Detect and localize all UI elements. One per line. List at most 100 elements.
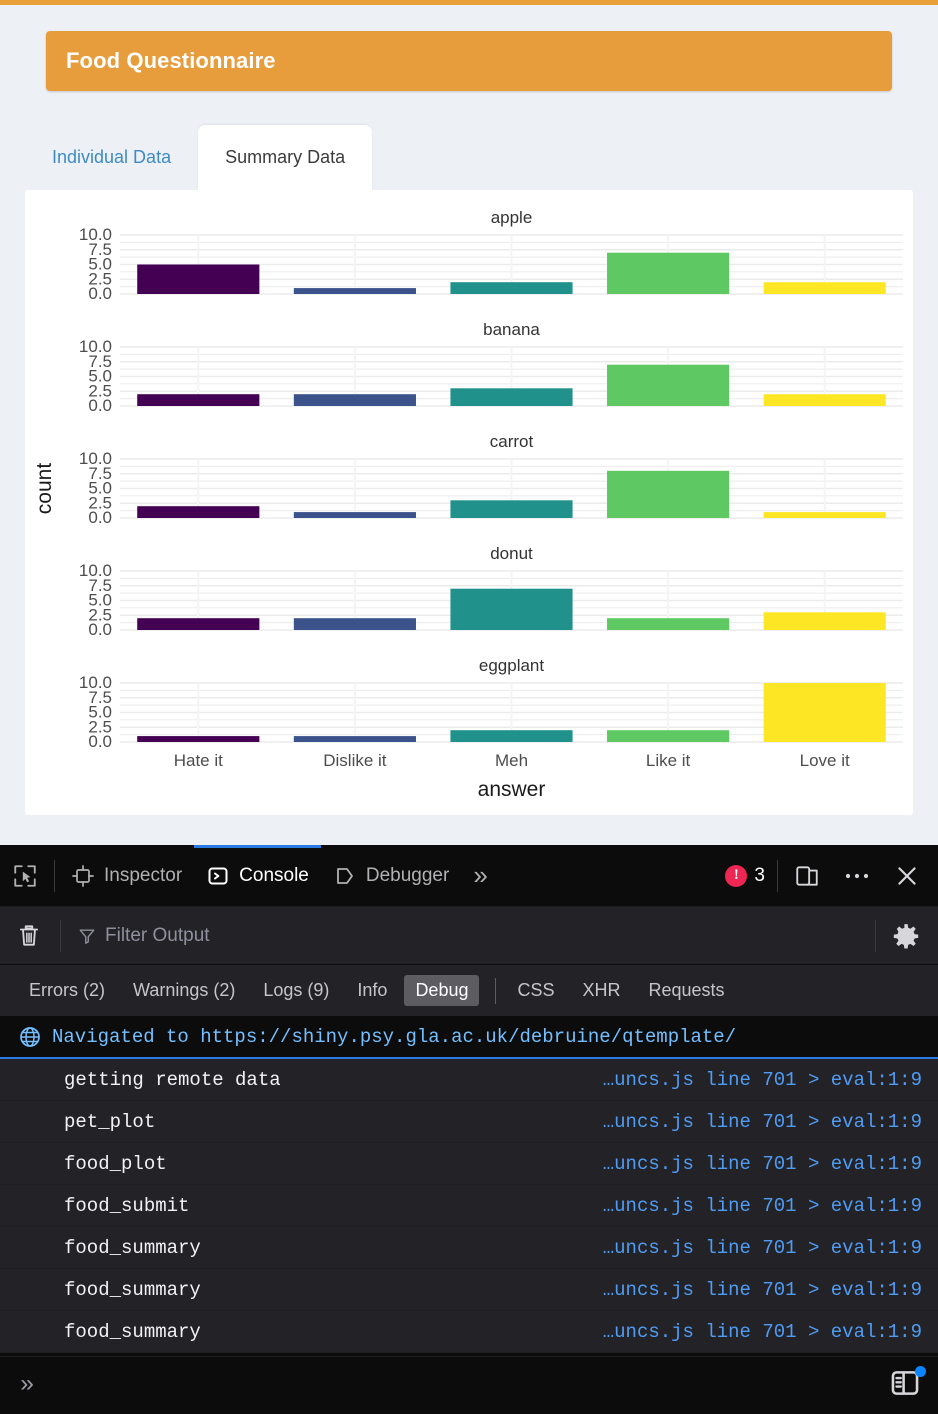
console-log-source-link[interactable]: …uncs.js line 701 > eval:1:9 [603,1111,938,1133]
tab-console-label: Console [239,864,309,886]
bar [293,288,416,294]
bar [450,388,573,406]
error-icon: ! [725,864,748,887]
y-axis-tick-label: 10.0 [79,225,112,244]
more-options-button[interactable] [832,845,882,907]
console-log-source-link[interactable]: …uncs.js line 701 > eval:1:9 [603,1237,938,1259]
error-count-label: 3 [754,864,765,886]
console-input-bar[interactable]: » [0,1356,938,1414]
console-log-message: food_summary [64,1236,201,1259]
console-filter-bar: Filter Output [0,907,938,965]
console-log-source-link[interactable]: …uncs.js line 701 > eval:1:9 [603,1153,938,1175]
console-log-row[interactable]: food_plot …uncs.js line 701 > eval:1:9 [0,1143,938,1185]
element-picker-icon [14,864,36,887]
filter-chip-divider [495,977,497,1004]
tab-individual-data[interactable]: Individual Data [25,125,198,190]
x-axis-tick-label: Meh [495,751,528,770]
browser-page-content: Food Questionnaire Individual Data Summa… [0,0,938,845]
responsive-design-mode-icon [796,865,818,886]
console-log-message: pet_plot [64,1110,156,1133]
toolbar-divider-2 [777,859,778,892]
tab-console[interactable]: Console [194,845,321,907]
console-log-source-link[interactable]: …uncs.js line 701 > eval:1:9 [603,1321,938,1343]
filter-icon [79,928,95,944]
summary-plot-card: apple 0.0 2.5 5.0 7.5 10.0 banana 0.0 2.5 5.0 7.5 1… [25,190,913,815]
tab-debugger-label: Debugger [365,864,450,886]
tab-inspector-label: Inspector [104,864,183,886]
console-log-message: getting remote data [64,1068,281,1091]
more-options-icon [845,873,869,878]
console-log-message: food_summary [64,1278,201,1301]
responsive-design-mode-button[interactable] [782,845,832,907]
active-tab-underline [194,845,321,848]
page-title: Food Questionnaire [66,48,276,73]
toolbar-divider [54,859,55,892]
filter-chip-debug[interactable]: Debug [404,975,480,1006]
toolbar-overflow-button[interactable]: » [461,845,499,907]
devtools-toolbar: Inspector Console Debugger » ! 3 [0,845,938,907]
filter-chip-css[interactable]: CSS [506,975,565,1006]
error-count-badge[interactable]: ! 3 [717,864,773,887]
bar [450,588,573,630]
x-axis-title: answer [478,778,546,801]
bar [763,683,886,742]
bar [607,730,730,742]
split-console-indicator-dot [915,1366,926,1377]
filter-chip-info[interactable]: Info [346,975,398,1006]
filter-output-input[interactable]: Filter Output [65,925,871,947]
close-devtools-button[interactable] [882,845,938,907]
bar [763,282,886,294]
bar [137,506,260,518]
bar [763,394,886,406]
gear-icon [893,923,919,948]
tab-debugger[interactable]: Debugger [321,845,461,907]
tab-summary-data[interactable]: Summary Data [198,125,373,190]
console-log-message: food_summary [64,1320,201,1343]
console-log-message: food_submit [64,1194,190,1217]
facet-title: apple [491,208,533,227]
console-log-row[interactable]: food_summary …uncs.js line 701 > eval:1:9 [0,1227,938,1269]
console-log-source-link[interactable]: …uncs.js line 701 > eval:1:9 [603,1279,938,1301]
close-icon [898,866,916,885]
bar [607,470,730,518]
x-axis-tick-label: Dislike it [323,751,387,770]
devtools-panel: Inspector Console Debugger » ! 3 Filter … [0,845,938,1414]
filter-chip-requests[interactable]: Requests [638,975,736,1006]
inspector-icon [72,864,94,887]
bar [450,500,573,518]
bar [137,394,260,406]
console-log-row[interactable]: pet_plot …uncs.js line 701 > eval:1:9 [0,1101,938,1143]
bar [763,512,886,518]
console-log-row[interactable]: food_summary …uncs.js line 701 > eval:1:9 [0,1311,938,1353]
element-picker-button[interactable] [0,845,50,907]
tab-bar: Individual Data Summary Data [25,125,913,190]
console-log-source-link[interactable]: …uncs.js line 701 > eval:1:9 [603,1195,938,1217]
console-log-message: food_plot [64,1152,167,1175]
filter-chip-warnings-2[interactable]: Warnings (2) [122,975,246,1006]
food-summary-facet-bar-chart: apple0.02.55.07.510.0banana0.02.55.07.51… [33,208,903,801]
console-navigation-row[interactable]: Navigated to https://shiny.psy.gla.ac.uk… [0,1017,938,1059]
filter-chip-logs-9[interactable]: Logs (9) [252,975,340,1006]
bar [137,736,260,742]
console-navigation-text: Navigated to https://shiny.psy.gla.ac.uk… [52,1026,737,1048]
console-log-row[interactable]: getting remote data …uncs.js line 701 > e… [0,1059,938,1101]
bar [607,618,730,630]
console-log-source-link[interactable]: …uncs.js line 701 > eval:1:9 [603,1069,938,1091]
bar [137,264,260,294]
clear-console-button[interactable] [0,907,56,965]
filter-chip-xhr[interactable]: XHR [572,975,632,1006]
facet-title: eggplant [479,656,545,675]
filterbar-divider-2 [875,919,876,952]
x-axis-tick-label: Like it [646,751,691,770]
console-log-row[interactable]: food_submit …uncs.js line 701 > eval:1:9 [0,1185,938,1227]
console-settings-button[interactable] [880,907,938,965]
console-output-list[interactable]: Navigated to https://shiny.psy.gla.ac.uk… [0,1017,938,1353]
split-console-button[interactable] [888,1366,938,1405]
tab-inspector[interactable]: Inspector [59,845,194,907]
y-axis-tick-label: 10.0 [79,337,112,356]
tab-summary-data-label: Summary Data [225,147,346,167]
console-log-row[interactable]: food_summary …uncs.js line 701 > eval:1:9 [0,1269,938,1311]
filter-chip-errors-2[interactable]: Errors (2) [18,975,116,1006]
bar [607,364,730,406]
bar [137,618,260,630]
